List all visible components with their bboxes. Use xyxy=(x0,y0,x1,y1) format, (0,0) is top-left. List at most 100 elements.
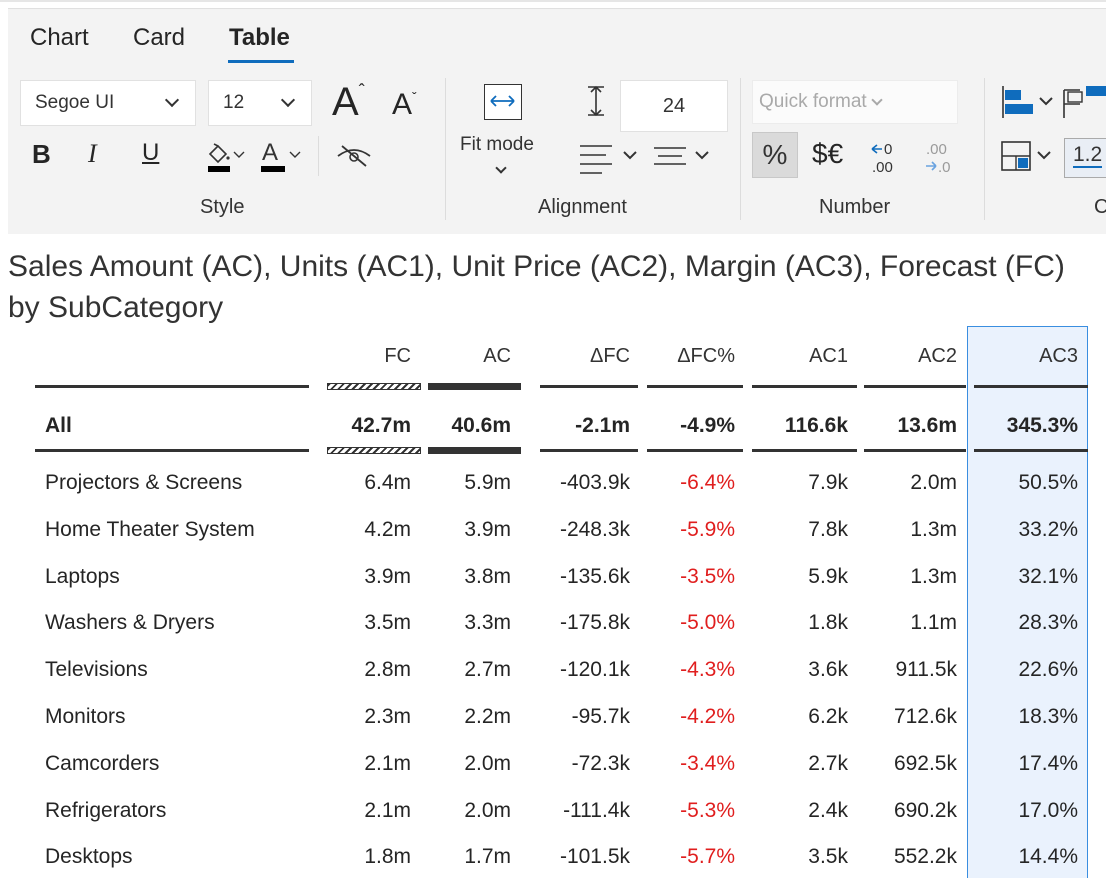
table-row[interactable]: Desktops 1.8m 1.7m -101.5k -5.7% 3.5k 552.2k 14… xyxy=(0,833,1106,878)
table-row[interactable]: Laptops 3.9m 3.8m -135.6k -3.5% 5.9k 1.3m 32.1% xyxy=(0,553,1106,600)
row-height-icon xyxy=(584,84,608,118)
font-size-dropdown[interactable]: 12 xyxy=(208,80,312,126)
cell-AC2: 712.6k xyxy=(893,705,957,728)
cell-ΔFC: -2.1m xyxy=(575,414,630,437)
cell-AC2: 1.3m xyxy=(910,517,957,541)
cell-FC: 4.2m xyxy=(364,517,411,541)
cell-AC3: 33.2% xyxy=(1018,517,1078,541)
cell-ΔFC: -101.5k xyxy=(559,845,630,869)
bar-align-icon xyxy=(1002,86,1106,118)
table-row[interactable]: Monitors 2.3m 2.2m -95.7k -4.2% 6.2k 712.6k 18.… xyxy=(0,693,1106,740)
currency-format-icon[interactable]: $€ xyxy=(812,140,843,168)
cell-FC: 6.4m xyxy=(364,471,411,494)
horizontal-align-button[interactable] xyxy=(576,140,644,174)
table-row[interactable]: Camcorders 2.1m 2.0m -72.3k -3.4% 2.7k 692.5k 1… xyxy=(0,740,1106,787)
alignment-group-label: Alignment xyxy=(538,196,627,218)
row-category-label: All xyxy=(45,414,72,437)
row-category-label: Projectors & Screens xyxy=(45,471,243,494)
style-group-label: Style xyxy=(200,196,245,218)
chevron-down-icon xyxy=(164,92,180,108)
group-divider xyxy=(445,78,446,220)
underline-icon[interactable]: U xyxy=(142,141,159,165)
row-height-input[interactable]: 24 xyxy=(620,80,728,132)
fit-mode-button[interactable] xyxy=(484,84,522,120)
column-header-5[interactable]: AC2 xyxy=(918,345,957,368)
cell-AC: 2.0m xyxy=(464,751,511,775)
increase-decimals-button[interactable]: 0 .00 xyxy=(866,138,906,178)
italic-icon[interactable]: I xyxy=(88,141,97,167)
increase-font-size-icon[interactable]: Aˆ xyxy=(332,82,365,122)
table-rule xyxy=(540,449,638,452)
text-height-icon xyxy=(588,85,604,117)
row-category-label: Laptops xyxy=(45,564,120,588)
percent-format-button[interactable]: % xyxy=(752,132,798,178)
layout-buttons-row-1[interactable] xyxy=(1000,82,1106,122)
cell-ΔFC: -403.9k xyxy=(559,471,630,494)
cell-AC: 5.9m xyxy=(464,471,511,494)
decimals-value-box[interactable]: 1.2 xyxy=(1064,138,1106,178)
quick-format-placeholder: Quick format xyxy=(759,91,867,112)
column-header-4[interactable]: AC1 xyxy=(809,345,848,368)
column-header-6[interactable]: AC3 xyxy=(1039,345,1078,368)
cell-ΔFC%: -5.3% xyxy=(680,798,735,822)
cell-AC2: 911.5k xyxy=(895,658,958,682)
paint-bucket-icon xyxy=(208,143,245,172)
bold-icon[interactable]: B xyxy=(32,141,51,167)
column-header-2[interactable]: ΔFC xyxy=(590,345,630,368)
font-family-dropdown[interactable]: Segoe UI xyxy=(20,80,196,126)
cell-ΔFC%: -4.2% xyxy=(680,705,735,728)
row-height-value: 24 xyxy=(662,94,686,117)
row-category-label: Home Theater System xyxy=(45,517,255,541)
fit-mode-label[interactable]: Fit mode xyxy=(460,134,534,156)
tab-chart[interactable]: Chart xyxy=(30,26,89,50)
cell-AC3: 345.3% xyxy=(1006,414,1078,437)
cell-AC3: 17.0% xyxy=(1018,798,1078,822)
align-left-icon xyxy=(580,145,637,174)
table-row[interactable]: Projectors & Screens 6.4m 5.9m -403.9k -6.4%… xyxy=(0,459,1106,506)
table-rule xyxy=(35,385,309,388)
cell-AC1: 5.9k xyxy=(808,564,848,588)
table-row[interactable]: Washers & Dryers 3.5m 3.3m -175.8k -5.0% 1.8k… xyxy=(0,599,1106,646)
cell-AC1: 7.8k xyxy=(808,517,848,541)
column-header-1[interactable]: AC xyxy=(483,345,511,368)
cell-AC3: 32.1% xyxy=(1018,564,1078,588)
table-rule xyxy=(974,449,1088,452)
decrease-decimals-button[interactable]: .00 .0 xyxy=(920,138,960,178)
eye-slash-icon xyxy=(337,145,371,167)
table-rule xyxy=(974,385,1088,388)
cell-ΔFC: -72.3k xyxy=(571,751,630,775)
cell-AC1: 6.2k xyxy=(808,705,848,728)
decimals-value: 1.2 xyxy=(1073,143,1103,168)
layout-buttons-row-2[interactable]: 1.2 xyxy=(1000,136,1106,180)
svg-text:0: 0 xyxy=(884,141,892,158)
cell-AC: 2.2m xyxy=(464,705,511,728)
font-color-button[interactable]: A xyxy=(258,136,308,176)
cell-ΔFC: -135.6k xyxy=(559,564,630,588)
table-rule xyxy=(864,385,966,388)
cell-AC: 2.0m xyxy=(464,798,511,822)
table-row[interactable]: Refrigerators 2.1m 2.0m -111.4k -5.3% 2.4k 690… xyxy=(0,787,1106,834)
tab-card[interactable]: Card xyxy=(133,26,185,50)
column-header-0[interactable]: FC xyxy=(384,345,411,368)
vertical-align-button[interactable] xyxy=(650,140,718,174)
cell-AC: 40.6m xyxy=(451,414,511,437)
table-row[interactable]: Televisions 2.8m 2.7m -120.1k -4.3% 3.6k 911.5… xyxy=(0,646,1106,693)
hide-button[interactable] xyxy=(334,140,374,170)
cell-AC: 3.3m xyxy=(464,611,511,635)
fill-color-button[interactable] xyxy=(204,136,248,176)
table-row[interactable]: Home Theater System 4.2m 3.9m -248.3k -5.9% 7… xyxy=(0,506,1106,553)
cell-AC3: 28.3% xyxy=(1018,611,1078,635)
actual-solid-bar xyxy=(428,383,521,390)
column-header-3[interactable]: ΔFC% xyxy=(677,345,735,368)
cell-AC1: 2.7k xyxy=(808,751,848,775)
cell-AC1: 116.6k xyxy=(784,414,848,437)
decrease-font-size-icon[interactable]: Aˇ xyxy=(392,90,417,120)
quick-format-dropdown[interactable]: Quick format xyxy=(752,80,958,124)
total-row[interactable]: All 42.7m 40.6m -2.1m -4.9% 116.6k 13.6m 345.3% xyxy=(0,402,1106,449)
align-center-icon xyxy=(654,147,709,165)
chevron-down-icon xyxy=(280,92,296,108)
row-category-label: Washers & Dryers xyxy=(45,611,215,635)
tab-table[interactable]: Table xyxy=(229,26,290,50)
cell-FC: 42.7m xyxy=(351,414,411,437)
svg-text:.00: .00 xyxy=(926,141,947,158)
